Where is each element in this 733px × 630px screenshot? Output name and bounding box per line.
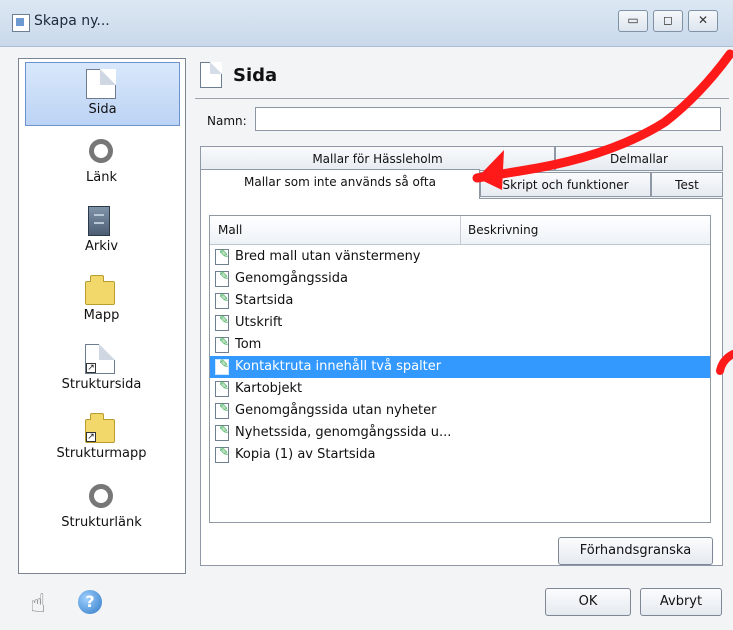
content-panel: Sida Namn: Mallar för Hässleholm Delmall… (195, 58, 729, 572)
hand-icon: ☝ (30, 589, 46, 619)
structure-page-icon: ↗ (85, 344, 115, 374)
page-icon (200, 62, 222, 88)
tab-test[interactable]: Test (651, 172, 723, 197)
cancel-button[interactable]: Avbryt (640, 588, 722, 616)
table-row-selected[interactable]: Kontaktruta innehåll två spalter (210, 356, 710, 378)
sidebar-item-label: Strukturlänk (61, 515, 142, 530)
close-button[interactable]: ✕ (688, 10, 718, 32)
preview-button[interactable]: Förhandsgranska (558, 537, 713, 565)
table-row[interactable]: Genomgångssida utan nyheter (210, 400, 710, 422)
sidebar-item-strukturlank[interactable]: Strukturlänk (25, 476, 178, 538)
minimize-button[interactable]: ▭ (618, 10, 648, 32)
tab-mallar-som-inte-anvands[interactable]: Mallar som inte används så ofta (200, 169, 480, 199)
row-label: Genomgångssida (235, 271, 349, 286)
row-label: Tom (235, 337, 262, 352)
template-icon (215, 313, 229, 331)
header-divider (195, 98, 729, 99)
template-list[interactable]: Mall Beskrivning Bred mall utan vänsterm… (209, 215, 711, 523)
template-icon (215, 269, 229, 287)
sidebar-item-label: Arkiv (84, 239, 119, 254)
row-label: Kartobjekt (235, 381, 303, 396)
row-label: Bred mall utan vänstermeny (235, 249, 421, 264)
template-icon (215, 247, 229, 265)
sidebar-item-mapp[interactable]: Mapp (25, 269, 178, 331)
folder-icon (85, 275, 115, 305)
row-label: Nyhetssida, genomgångssida u... (235, 425, 452, 440)
sidebar-item-sida[interactable]: Sida (25, 62, 180, 126)
sidebar-item-label: Mapp (83, 308, 120, 323)
table-row[interactable]: Kopia (1) av Startsida (210, 444, 710, 466)
sidebar-item-arkiv[interactable]: Arkiv (25, 200, 178, 262)
page-title: Sida (233, 65, 278, 86)
object-type-list: Sida Länk Arkiv Mapp ↗ Struktursida ↗ St… (18, 58, 186, 574)
row-label: Genomgångssida utan nyheter (235, 403, 437, 418)
name-input[interactable] (255, 107, 721, 131)
sidebar-item-label: Länk (86, 170, 117, 185)
table-row[interactable]: Bred mall utan vänstermeny (210, 246, 710, 268)
table-row[interactable]: Utskrift (210, 312, 710, 334)
sidebar-item-label: Strukturmapp (56, 446, 147, 461)
template-icon (215, 379, 229, 397)
column-separator[interactable] (460, 216, 461, 244)
list-header: Mall Beskrivning (210, 216, 710, 245)
bottom-bar: ☝ ? OK Avbryt (0, 578, 733, 630)
table-row[interactable]: Genomgångssida (210, 268, 710, 290)
sidebar-item-strukturmapp[interactable]: ↗ Strukturmapp (25, 407, 178, 469)
template-icon (215, 357, 229, 375)
app-icon (12, 14, 30, 32)
archive-icon (88, 206, 110, 236)
sidebar-item-struktursida[interactable]: ↗ Struktursida (25, 338, 178, 400)
page-icon (86, 69, 116, 99)
sidebar-item-lank[interactable]: Länk (25, 131, 178, 193)
structure-folder-icon: ↗ (85, 413, 115, 443)
template-icon (215, 291, 229, 309)
row-label: Startsida (235, 293, 294, 308)
row-label: Kontaktruta innehåll två spalter (235, 359, 442, 374)
template-icon (215, 335, 229, 353)
sidebar-item-label: Sida (88, 102, 117, 117)
row-label: Kopia (1) av Startsida (235, 447, 376, 462)
sidebar-item-label: Struktursida (61, 377, 142, 392)
tab-delmallar[interactable]: Delmallar (555, 146, 723, 171)
column-header-beskrivning[interactable]: Beskrivning (468, 223, 538, 237)
help-icon[interactable]: ? (78, 590, 102, 614)
table-row[interactable]: Startsida (210, 290, 710, 312)
template-icon (215, 445, 229, 463)
title-bar: Skapa ny... ▭ ◻ ✕ (0, 0, 733, 47)
name-label: Namn: (207, 114, 247, 128)
link-icon (84, 134, 118, 168)
tab-skript-och-funktioner[interactable]: Skript och funktioner (480, 172, 651, 197)
maximize-button[interactable]: ◻ (653, 10, 683, 32)
tab-mallar-for-hassleholm[interactable]: Mallar för Hässleholm (200, 146, 555, 171)
template-icon (215, 401, 229, 419)
row-label: Utskrift (235, 315, 283, 330)
table-row[interactable]: Nyhetssida, genomgångssida u... (210, 422, 710, 444)
table-row[interactable]: Tom (210, 334, 710, 356)
window-title: Skapa ny... (34, 13, 110, 29)
template-icon (215, 423, 229, 441)
structure-link-icon (84, 479, 118, 513)
column-header-mall[interactable]: Mall (218, 223, 242, 237)
table-row[interactable]: Kartobjekt (210, 378, 710, 400)
ok-button[interactable]: OK (545, 588, 631, 616)
